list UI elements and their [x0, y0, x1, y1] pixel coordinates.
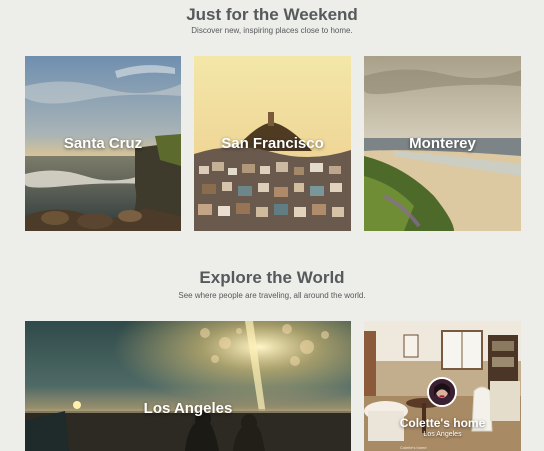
host-avatar-photo	[429, 379, 455, 405]
destination-card-los-angeles[interactable]: Los Angeles	[25, 321, 351, 451]
world-section-title: Explore the World	[199, 268, 345, 287]
los-angeles-photo	[25, 321, 351, 451]
destination-label-santa-cruz: Santa Cruz	[63, 135, 143, 152]
world-section-subtitle: See where people are traveling, all arou…	[178, 291, 366, 300]
destination-card-monterey[interactable]: Monterey	[364, 56, 521, 231]
destination-label-los-angeles: Los Angeles	[143, 400, 233, 417]
listing-caption: Colette's home	[400, 445, 427, 450]
destination-card-san-francisco[interactable]: San Francisco	[194, 56, 351, 231]
destination-label-monterey: Monterey	[409, 135, 476, 152]
listing-location: Los Angeles	[423, 431, 462, 438]
weekend-section-title: Just for the Weekend	[186, 5, 358, 24]
weekend-section-subtitle: Discover new, inspiring places close to …	[191, 26, 353, 35]
destination-card-santa-cruz[interactable]: Santa Cruz	[25, 56, 181, 231]
host-avatar[interactable]	[427, 377, 457, 407]
listing-title: Colette's home	[399, 416, 486, 430]
listing-card-colettes-home[interactable]: Colette's home Los Angeles Colette's hom…	[364, 321, 521, 451]
destination-label-san-francisco: San Francisco	[221, 135, 324, 152]
